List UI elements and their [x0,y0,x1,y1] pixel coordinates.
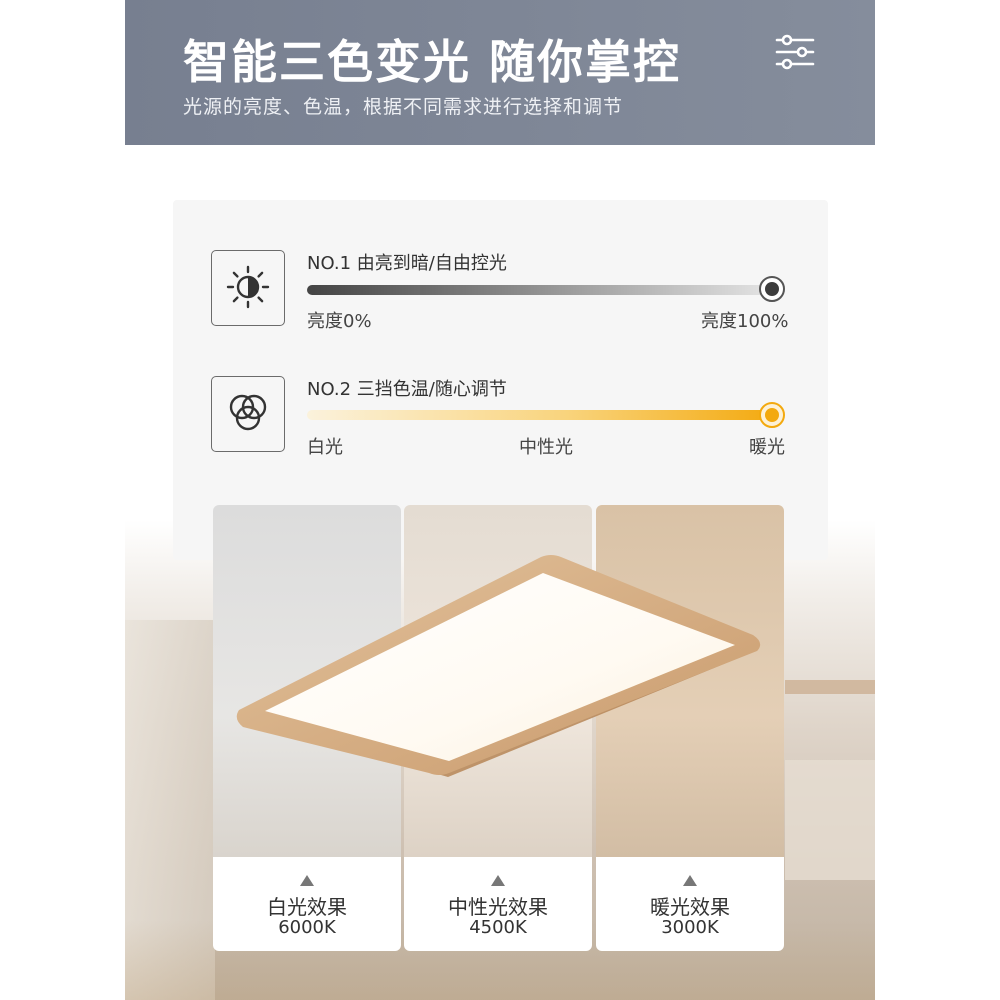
effect-photo [213,505,401,857]
page: 智能三色变光 随你掌控 光源的亮度、色温，根据不同需求进行选择和调节 NO.1 … [125,0,875,1000]
effect-photo [404,505,592,857]
brightness-slider-track[interactable] [307,285,777,295]
effect-name: 暖光效果 [650,895,730,919]
color-temp-label: NO.2 三挡色温/随心调节 [307,379,507,400]
triangle-up-icon [300,875,314,886]
color-temp-slider-track[interactable] [307,410,777,420]
color-temp-stop-warm: 暖光 [749,437,785,458]
background-cabinet [785,760,875,880]
background-shelf [785,680,875,694]
effect-name: 白光效果 [267,895,347,919]
color-temp-stop-white: 白光 [307,437,343,458]
brightness-icon-box [211,250,285,326]
sun-icon [226,265,270,309]
effect-kelvin: 3000K [661,917,719,938]
page-subtitle: 光源的亮度、色温，根据不同需求进行选择和调节 [183,96,624,118]
effect-card-white: 白光效果 6000K [213,505,401,951]
effect-caption: 白光效果 6000K [213,857,401,951]
color-temp-icon-box [211,376,285,452]
rgb-circles-icon [229,394,267,431]
color-temp-slider-knob[interactable] [759,402,785,428]
triangle-up-icon [683,875,697,886]
brightness-label: NO.1 由亮到暗/自由控光 [307,253,507,274]
header-banner: 智能三色变光 随你掌控 光源的亮度、色温，根据不同需求进行选择和调节 [125,0,875,145]
sliders-icon[interactable] [775,32,815,72]
effect-card-warm: 暖光效果 3000K [596,505,784,951]
effect-name: 中性光效果 [448,895,548,919]
effect-kelvin: 4500K [469,917,527,938]
color-temp-stop-neutral: 中性光 [519,437,573,458]
page-title: 智能三色变光 随你掌控 [183,35,682,89]
effect-caption: 中性光效果 4500K [404,857,592,951]
effect-card-neutral: 中性光效果 4500K [404,505,592,951]
effect-photo [596,505,784,857]
effect-kelvin: 6000K [278,917,336,938]
triangle-up-icon [491,875,505,886]
brightness-slider-knob[interactable] [759,276,785,302]
effect-caption: 暖光效果 3000K [596,857,784,951]
brightness-max-label: 亮度100% [701,311,789,332]
brightness-min-label: 亮度0% [307,311,372,332]
